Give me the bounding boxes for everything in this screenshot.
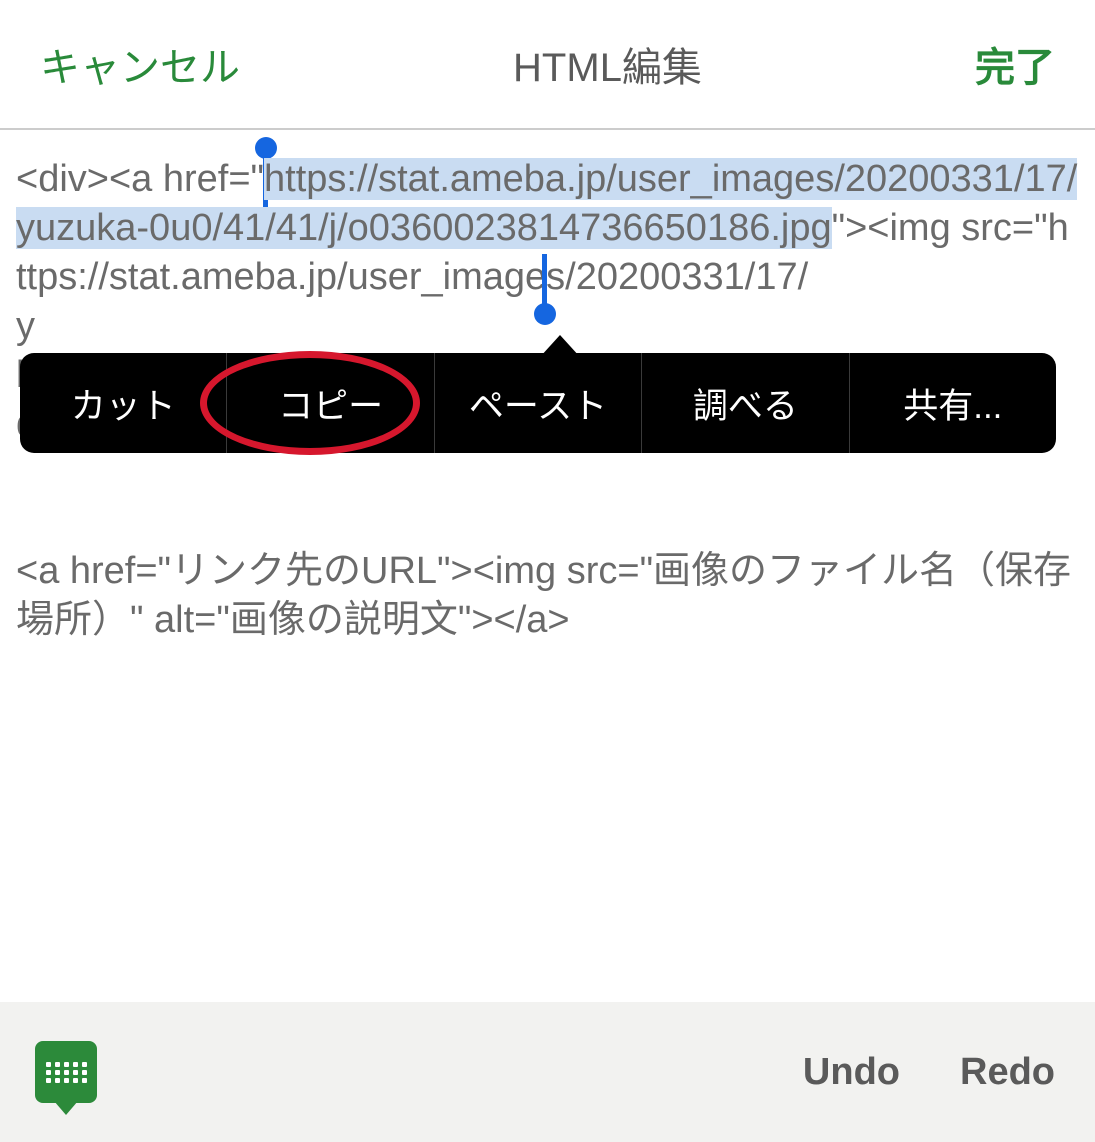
cancel-button[interactable]: キャンセル (40, 35, 240, 93)
context-menu-share[interactable]: 共有... (850, 353, 1056, 453)
undo-redo-group: Undo Redo (803, 1051, 1055, 1094)
context-menu-copy[interactable]: コピー (227, 353, 434, 453)
editor-area[interactable]: <div><a href="https://stat.ameba.jp/user… (0, 130, 1095, 1002)
page-title: HTML編集 (513, 35, 702, 93)
header: キャンセル HTML編集 完了 (0, 0, 1095, 130)
context-menu-lookup[interactable]: 調べる (642, 353, 849, 453)
text-line-hidden1: y (16, 305, 35, 347)
context-menu: カット コピー ペースト 調べる 共有... (20, 353, 1056, 453)
keyboard-icon-dots (46, 1062, 87, 1083)
keyboard-icon-arrow (54, 1101, 78, 1115)
context-menu-cut[interactable]: カット (20, 353, 227, 453)
text-paragraph2: <a href="リンク先のURL"><img src="画像のファイル名（保存… (16, 550, 1071, 641)
undo-button[interactable]: Undo (803, 1051, 900, 1094)
text-pre-selection: <div><a href=" (16, 158, 264, 200)
redo-button[interactable]: Redo (960, 1051, 1055, 1094)
selection-end-bar (542, 254, 547, 304)
context-menu-arrow (540, 335, 580, 357)
selection-end-handle[interactable] (534, 303, 556, 325)
keyboard-icon[interactable] (35, 1041, 97, 1103)
context-menu-paste[interactable]: ペースト (435, 353, 642, 453)
done-button[interactable]: 完了 (975, 35, 1055, 93)
bottom-toolbar: Undo Redo (0, 1002, 1095, 1142)
